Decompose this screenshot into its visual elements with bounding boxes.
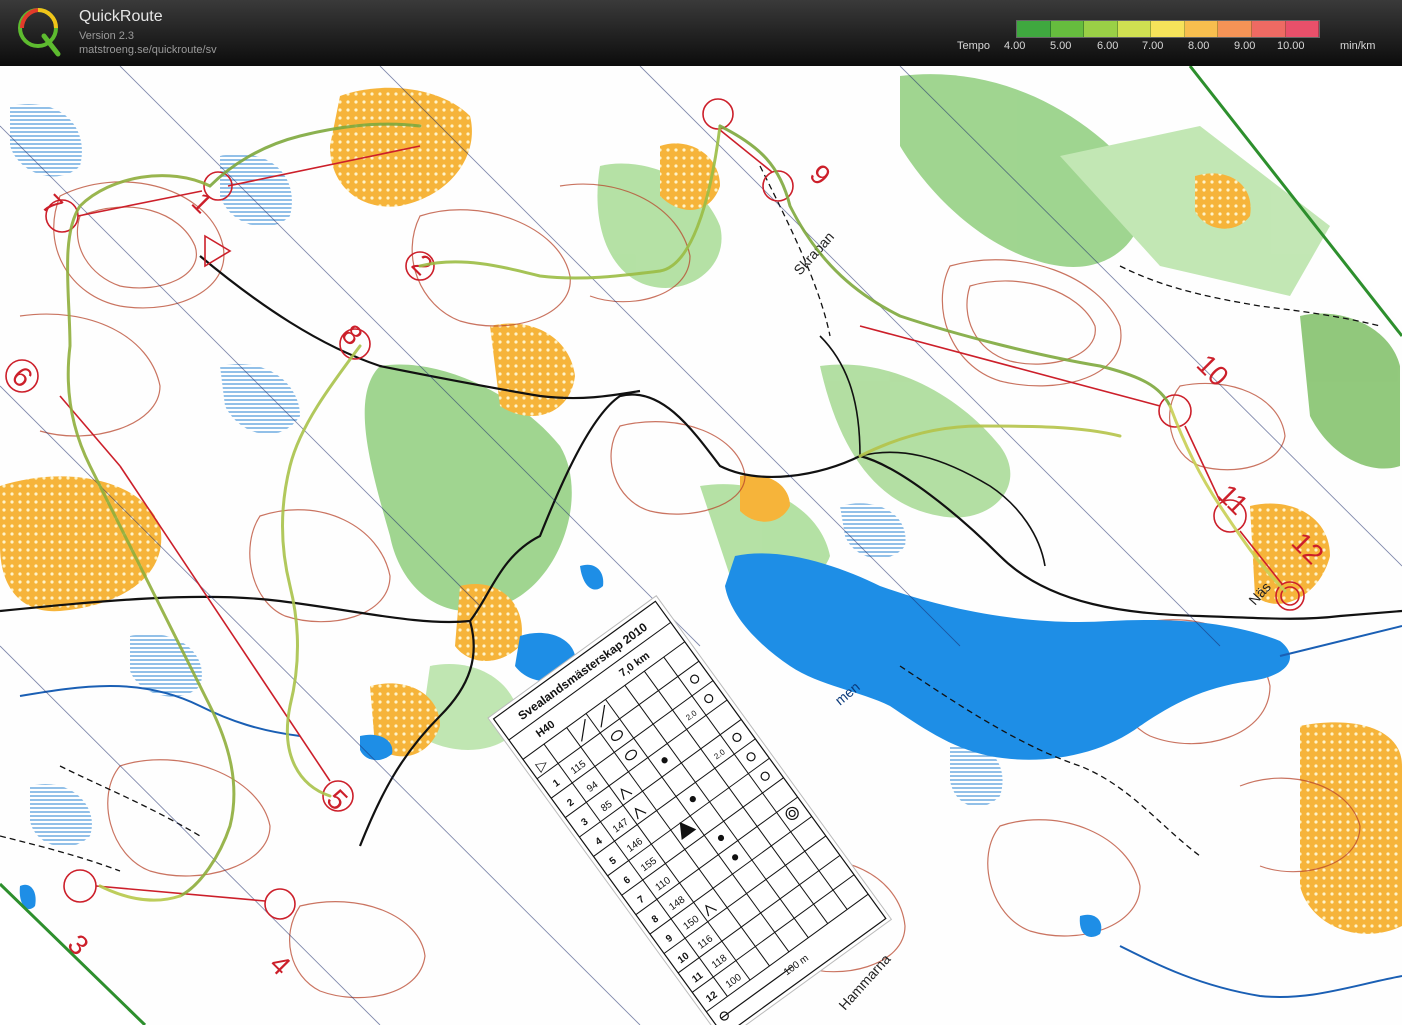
tempo-color-segment [1218,21,1252,37]
tempo-color-segment [1017,21,1051,37]
tempo-label: Tempo [957,40,991,52]
tempo-color-segment [1084,21,1118,37]
app-title: QuickRoute [79,8,163,25]
tempo-unit: min/km [1340,40,1376,52]
tempo-tick: 10.00 [1277,40,1305,52]
tempo-color-segment [1151,21,1185,37]
tempo-tick: 4.00 [1004,40,1026,52]
tempo-color-segment [1285,21,1320,37]
app-version: Version 2.3 [79,30,135,42]
tempo-tick: 9.00 [1234,40,1256,52]
orienteering-map[interactable]: 1 2 3 4 5 6 7 8 9 10 11 12 Skrapan men N… [0,66,1402,1025]
tempo-color-segment [1251,21,1286,37]
tempo-tick: 8.00 [1188,40,1210,52]
control-description-card: Svealandsmästerskap 2010 H40 7,0 km ▷ 1 … [487,595,893,1025]
app-header: QuickRoute Version 2.3 matstroeng.se/qui… [0,0,1402,66]
tempo-color-segment [1184,21,1219,37]
app-url[interactable]: matstroeng.se/quickroute/sv [79,44,217,56]
tempo-color-segment [1050,21,1085,37]
tempo-color-scale [1016,20,1320,38]
quickroute-logo-icon [18,8,61,57]
tempo-tick: 7.00 [1142,40,1164,52]
tempo-color-segment [1117,21,1152,37]
tempo-tick: 5.00 [1050,40,1072,52]
tempo-tick: 6.00 [1097,40,1119,52]
